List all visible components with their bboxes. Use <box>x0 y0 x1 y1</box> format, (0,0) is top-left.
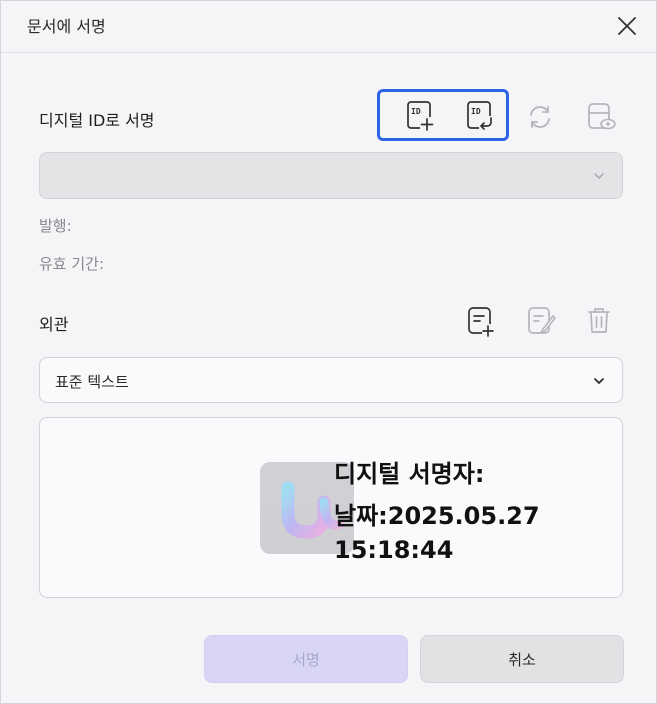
svg-text:ID: ID <box>411 107 421 116</box>
refresh-icon <box>530 106 550 128</box>
close-icon <box>618 17 636 35</box>
signature-preview: 디지털 서명자: 날짜:2025.05.27 15:18:44 <box>39 417 623 598</box>
edit-appearance-button[interactable] <box>523 303 559 339</box>
id-add-icon: ID <box>407 101 434 131</box>
sign-button[interactable]: 서명 <box>204 635 408 683</box>
certificate-view-icon <box>588 103 616 130</box>
trash-icon <box>588 308 610 333</box>
signer-line: 디지털 서명자: <box>334 460 485 488</box>
appearance-select[interactable]: 표준 텍스트 <box>39 357 623 403</box>
cancel-button[interactable]: 취소 <box>420 635 624 683</box>
svg-text:ID: ID <box>471 107 481 116</box>
validity-label: 유효 기간: <box>39 255 105 273</box>
new-appearance-button[interactable] <box>463 303 499 339</box>
delete-appearance-button[interactable] <box>581 302 617 338</box>
dialog-title: 문서에 서명 <box>27 17 106 36</box>
close-button[interactable] <box>614 13 640 39</box>
sign-document-dialog: 문서에 서명 디지털 ID로 서명 ID ID 발행: 유효 기간: 외관 표준… <box>0 0 657 704</box>
time-line: 15:18:44 <box>334 536 454 564</box>
digital-id-label: 디지털 ID로 서명 <box>39 111 155 130</box>
view-certificate-button[interactable] <box>583 99 619 135</box>
appearance-select-value: 표준 텍스트 <box>55 373 129 391</box>
chevron-down-icon <box>594 173 604 179</box>
add-digital-id-button[interactable]: ID <box>403 98 439 134</box>
date-line: 날짜:2025.05.27 <box>334 502 540 530</box>
edit-appearance-icon <box>528 307 556 334</box>
appearance-label: 외관 <box>39 315 69 334</box>
chevron-down-icon <box>594 378 604 384</box>
import-digital-id-button[interactable]: ID <box>463 98 499 134</box>
digital-id-select[interactable] <box>39 152 623 199</box>
issuer-label: 발행: <box>39 217 72 235</box>
refresh-button[interactable] <box>522 99 558 135</box>
new-appearance-icon <box>468 307 495 337</box>
title-bar: 문서에 서명 <box>1 1 656 53</box>
id-import-icon: ID <box>467 101 493 130</box>
